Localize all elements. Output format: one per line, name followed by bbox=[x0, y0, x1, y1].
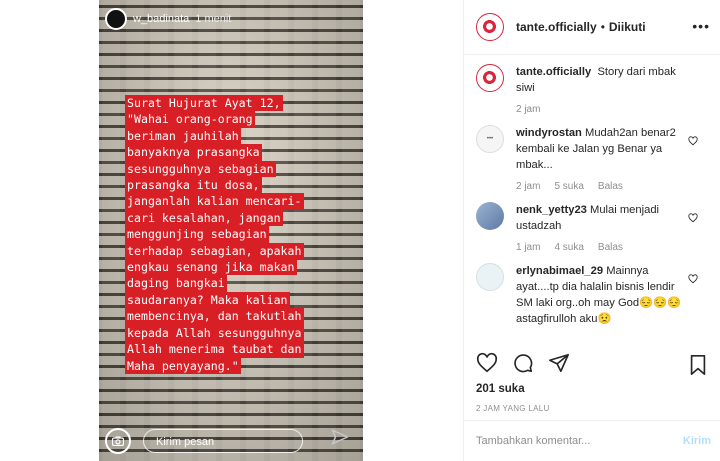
header-username[interactable]: tante.officially bbox=[516, 20, 597, 34]
post-timestamp: 2 JAM YANG LALU bbox=[476, 404, 550, 413]
quote-line: menggunjing sebagian bbox=[125, 226, 269, 243]
quote-line: sesungguhnya sebagian bbox=[125, 160, 276, 178]
add-comment-bar: Tambahkan komentar... Kirim bbox=[464, 420, 720, 461]
quote-line: prasangka itu dosa, bbox=[125, 177, 262, 194]
story-reply-bar: Kirim pesan bbox=[99, 421, 363, 461]
quote-line: membencinya, dan takutlah bbox=[125, 308, 304, 325]
heart-icon[interactable] bbox=[688, 133, 698, 151]
quote-line: Maha penyayang." bbox=[125, 357, 241, 374]
caption-time: 2 jam bbox=[516, 104, 541, 115]
list-item: erlynabimael_29 Mainnya ayat....tp dia h… bbox=[476, 263, 712, 327]
follow-status-button[interactable]: Diikuti bbox=[609, 20, 646, 34]
quote-line: saudaranya? Maka kalian bbox=[125, 291, 290, 309]
heart-icon[interactable] bbox=[476, 352, 498, 379]
more-options-icon[interactable]: ••• bbox=[692, 18, 710, 34]
like-count[interactable]: 201 suka bbox=[476, 383, 525, 395]
story-username[interactable]: w_badinata bbox=[133, 13, 189, 25]
post-sidebar: tante.officially • Diikuti ••• tante.off… bbox=[463, 0, 720, 461]
avatar[interactable] bbox=[476, 263, 504, 291]
caption: tante.officially Story dari mbak siwi 2 … bbox=[476, 64, 712, 115]
comment-username[interactable]: windyrostan bbox=[516, 127, 582, 139]
quote-line: engkau senang jika makan bbox=[125, 259, 297, 276]
quote-line: "Wahai orang-orang bbox=[125, 111, 255, 128]
quote-line: kepada Allah sesungguhnya bbox=[125, 324, 304, 342]
comment-time: 2 jam bbox=[516, 181, 541, 192]
comment-likes[interactable]: 4 suka bbox=[554, 242, 583, 253]
avatar[interactable] bbox=[476, 13, 504, 41]
avatar[interactable]: ••• bbox=[476, 125, 504, 153]
send-icon[interactable] bbox=[548, 352, 570, 379]
camera-icon[interactable] bbox=[105, 428, 131, 454]
comment-input[interactable]: Tambahkan komentar... bbox=[476, 435, 683, 447]
list-item: ••• windyrostan Mudah2an benar2 kembali … bbox=[476, 125, 712, 192]
comment-list: tante.officially Story dari mbak siwi 2 … bbox=[476, 64, 712, 337]
quote-line: janganlah kalian mencari- bbox=[125, 193, 304, 210]
story-quote: Surat Hujurat Ayat 12, "Wahai orang-oran… bbox=[125, 95, 304, 374]
quote-line: banyaknya prasangka bbox=[125, 144, 262, 161]
heart-icon[interactable] bbox=[688, 210, 698, 228]
comment-icon[interactable] bbox=[512, 352, 534, 379]
quote-line: daging bangkai bbox=[125, 275, 227, 292]
story-header: w_badinata 1 menit bbox=[105, 8, 231, 30]
post-actions bbox=[476, 352, 570, 379]
list-item: nenk_yetty23 Mulai menjadi ustadzah 1 ja… bbox=[476, 202, 712, 253]
heart-icon[interactable] bbox=[688, 271, 698, 289]
quote-line: terhadap sebagian, apakah bbox=[125, 242, 304, 260]
story-message-input[interactable]: Kirim pesan bbox=[143, 429, 303, 453]
story-image: w_badinata 1 menit Surat Hujurat Ayat 12… bbox=[99, 0, 363, 461]
header-separator: • bbox=[600, 20, 605, 34]
avatar[interactable] bbox=[476, 64, 504, 92]
post-header: tante.officially • Diikuti ••• bbox=[464, 0, 720, 55]
comment-username[interactable]: erlynabimael_29 bbox=[516, 265, 603, 277]
quote-line: beriman jauhilah bbox=[125, 127, 241, 145]
quote-line: Allah menerima taubat dan bbox=[125, 341, 304, 358]
comment-username[interactable]: nenk_yetty23 bbox=[516, 204, 587, 216]
caption-username[interactable]: tante.officially bbox=[516, 66, 591, 78]
reply-button[interactable]: Balas bbox=[598, 181, 623, 192]
bookmark-icon[interactable] bbox=[688, 354, 708, 381]
avatar[interactable] bbox=[476, 202, 504, 230]
comment-time: 1 jam bbox=[516, 242, 541, 253]
quote-line: Surat Hujurat Ayat 12, bbox=[125, 95, 283, 112]
comment-likes[interactable]: 5 suka bbox=[554, 181, 583, 192]
story-avatar[interactable] bbox=[105, 8, 127, 30]
story-time: 1 menit bbox=[195, 13, 232, 25]
quote-line: cari kesalahan, jangan bbox=[125, 209, 283, 227]
post-comment-button[interactable]: Kirim bbox=[683, 435, 711, 447]
story-pane: w_badinata 1 menit Surat Hujurat Ayat 12… bbox=[0, 0, 463, 461]
reply-button[interactable]: Balas bbox=[598, 242, 623, 253]
